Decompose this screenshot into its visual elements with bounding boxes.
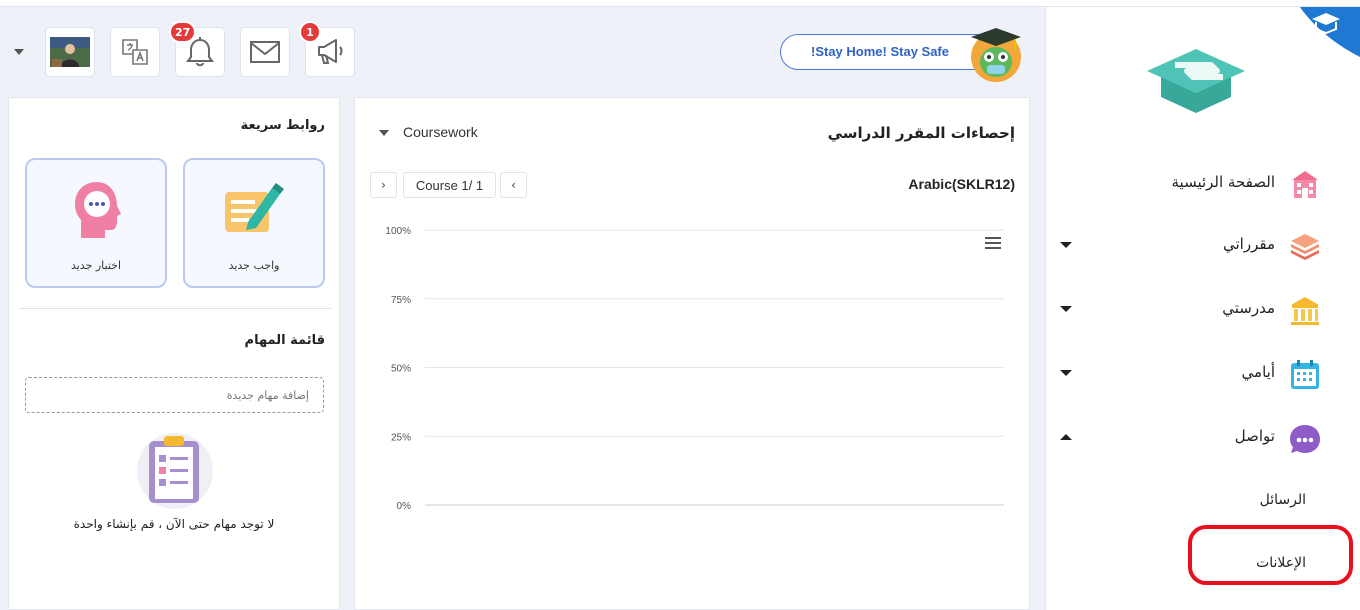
coursework-select[interactable]: Coursework [379,124,478,140]
chevron-down-icon[interactable] [1060,242,1072,248]
divider [19,308,331,309]
mascot-icon [971,28,1021,82]
chevron-left-icon: ‹ [511,178,516,192]
chevron-right-icon: › [381,178,386,192]
new-assignment-label: واجب جديد [228,259,280,272]
empty-tasks-text: لا توجد مهام حتى الآن ، قم بإنشاء واحدة [73,517,275,531]
coursework-select-value: Coursework [403,124,478,140]
new-quiz-card[interactable]: اختبار جديد [25,158,167,288]
sidebar-item-my-school[interactable]: مدرستي [1046,287,1360,333]
sidebar-item-my-courses[interactable]: مقرراتي [1046,223,1360,269]
banner-text: !Stay Home! Stay Safe [811,44,949,59]
new-quiz-label: اختبار جديد [70,259,122,272]
quick-links-title: روابط سريعة [240,118,325,133]
add-task-input[interactable] [25,377,324,413]
corner-ribbon-icon [1300,7,1360,57]
sidebar-item-label: الصفحة الرئيسية [1171,173,1276,191]
y-tick-label: 0% [397,501,412,512]
school-icon [1287,293,1323,329]
task-list-title: قائمة المهام [244,333,325,348]
sidebar-item-label: مقرراتي [1223,235,1275,253]
calendar-icon [1287,357,1323,393]
profile-dropdown-caret-icon[interactable] [14,49,24,55]
new-assignment-card[interactable]: واجب جديد [183,158,325,288]
chat-icon [1287,421,1323,457]
messages-button[interactable] [240,27,290,77]
notification-count-badge: 27 [169,21,197,43]
prev-course-button[interactable]: ‹ [500,172,527,198]
sidebar-item-label: أيامي [1241,363,1275,381]
browser-top-strip [0,0,1360,7]
notifications-button[interactable]: 27 [169,21,225,77]
megaphone-icon [318,39,343,64]
language-button[interactable] [110,27,160,77]
quick-links-panel: روابط سريعة واجب جديد اختبار جديد قائمة … [8,97,340,610]
envelope-icon [250,41,280,63]
sidebar: الصفحة الرئيسية مقرراتي مدرستي أيامي توا… [1045,7,1360,610]
course-pager-label: Course 1/ 1 [403,172,496,198]
statistics-chart: 100% 75% 50% 25% 0% [385,226,1004,512]
y-tick-label: 25% [391,432,411,443]
highlight-annotation [1188,525,1353,585]
announcement-count-badge: 1 [299,21,321,43]
course-name: Arabic(SKLR12) [908,176,1015,192]
course-statistics-panel: إحصاءات المقرر الدراسي Coursework Arabic… [354,97,1030,610]
profile-avatar-button[interactable] [45,27,95,77]
quiz-icon [75,182,121,238]
home-icon [1287,167,1323,203]
y-tick-label: 50% [391,364,411,375]
sidebar-item-communicate[interactable]: تواصل [1046,415,1360,461]
y-tick-label: 75% [391,295,411,306]
next-course-button[interactable]: › [370,172,397,198]
sidebar-item-label: تواصل [1234,427,1275,445]
chevron-down-icon[interactable] [1060,370,1072,376]
chevron-up-icon[interactable] [1060,434,1072,440]
sidebar-subitem-messages[interactable]: الرسائل [1260,492,1306,508]
avatar [50,37,90,67]
announcements-button[interactable]: 1 [299,21,355,77]
books-icon [1287,229,1323,265]
sidebar-item-my-days[interactable]: أيامي [1046,351,1360,397]
sidebar-item-home[interactable]: الصفحة الرئيسية [1046,161,1360,207]
chevron-down-icon[interactable] [1060,306,1072,312]
sidebar-item-label: مدرستي [1222,299,1275,317]
chevron-down-icon [379,130,389,137]
chart-menu-icon[interactable] [985,237,1001,249]
logo-icon [1147,49,1245,113]
statistics-title: إحصاءات المقرر الدراسي [827,124,1015,142]
clipboard-icon [137,433,213,509]
y-tick-label: 100% [385,226,411,237]
translate-icon [122,39,148,65]
assignment-icon [225,183,284,232]
